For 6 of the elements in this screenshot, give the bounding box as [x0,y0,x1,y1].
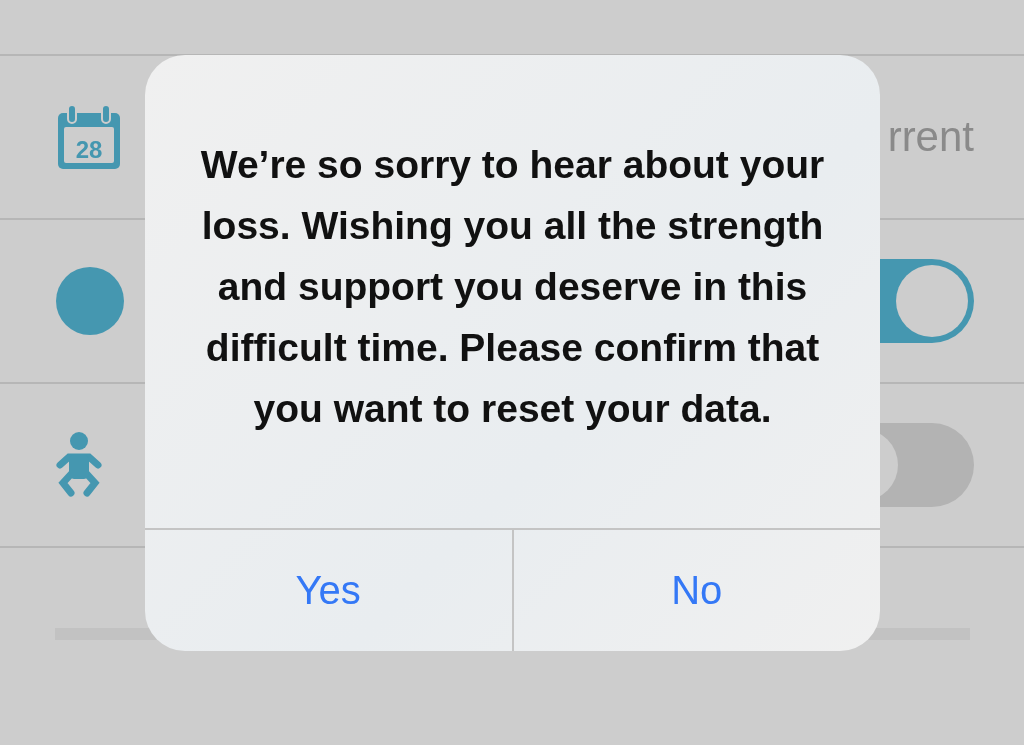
setting-value: rrent [887,113,974,161]
alert-message: We’re so sorry to hear about your loss. Wishing you all the strength and support you deserve in this difficult time. Please confirm that you want to reset your data. [199,142,826,432]
alert-button[interactable]: Yes [145,530,512,651]
baby-icon [55,431,103,499]
alert-button[interactable]: No [511,530,880,651]
circle-icon [55,266,125,336]
